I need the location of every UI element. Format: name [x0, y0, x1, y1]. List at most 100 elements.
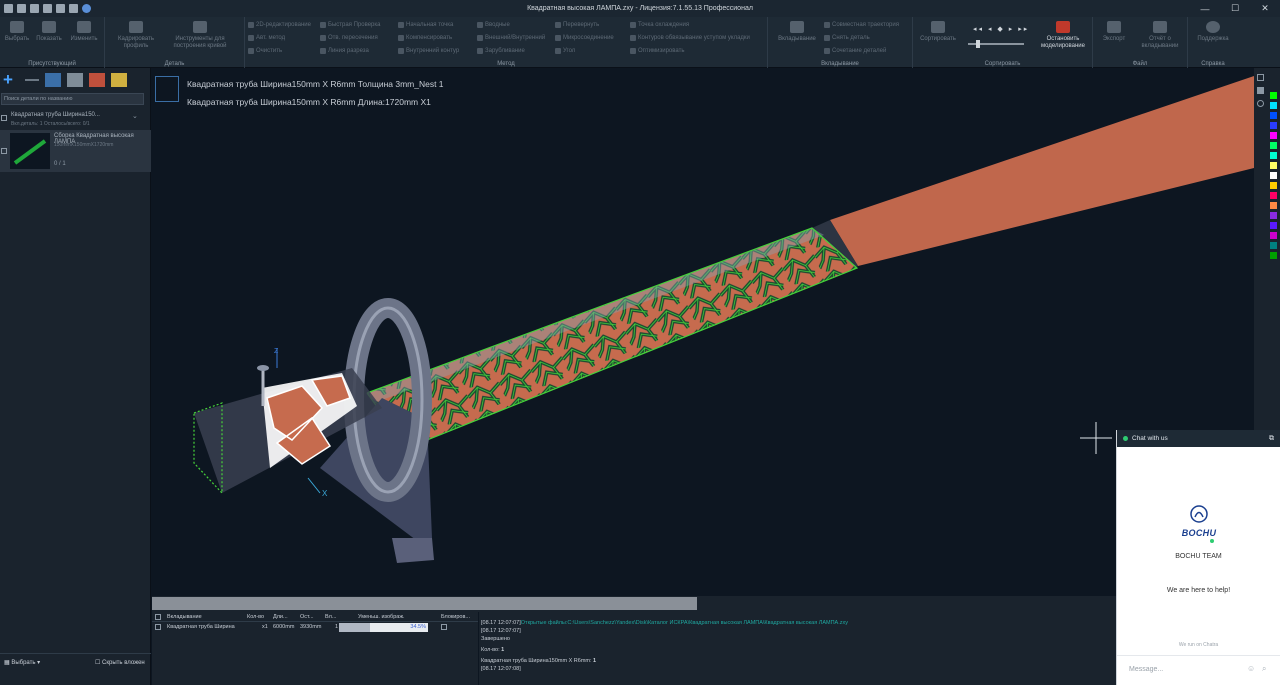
start-point-button[interactable]: Начальная точка	[398, 22, 453, 28]
color-swatch[interactable]	[1270, 192, 1277, 199]
emoji-icon[interactable]: ☺	[1247, 664, 1255, 673]
color-swatch[interactable]	[1270, 102, 1277, 109]
quick-check-button[interactable]: Быстрая Проверка	[320, 22, 380, 28]
curve-tools-button[interactable]: Инструменты для построения кривой	[165, 21, 235, 50]
nesting-report-button[interactable]: Отчёт о вкладывании	[1135, 21, 1185, 50]
expand-icon[interactable]: ⧉	[1269, 435, 1274, 443]
color-swatch[interactable]	[1270, 92, 1277, 99]
cut-off-button[interactable]: Зарубливание	[477, 48, 525, 54]
remove-part-icon[interactable]	[25, 79, 39, 81]
select-button[interactable]: Выбрать	[4, 21, 30, 43]
clear-button[interactable]: Очистить	[248, 48, 282, 54]
group-checkbox[interactable]	[1, 115, 7, 121]
contour-overlap-button[interactable]: Контуров обвязывание уступом укладки	[630, 35, 750, 41]
edit-profile-button[interactable]: Кадрировать профиль	[111, 21, 161, 50]
color-swatch[interactable]	[1270, 162, 1277, 169]
row-checkbox[interactable]	[155, 624, 161, 630]
speed-slider[interactable]	[968, 40, 1024, 48]
text-tool-icon[interactable]	[1257, 74, 1264, 81]
part-thumbnail	[10, 133, 50, 169]
horizontal-scrollbar[interactable]	[152, 596, 1116, 612]
ribbon-group-part: Кадрировать профиль Инструменты для пост…	[105, 17, 245, 68]
color-swatch[interactable]	[1270, 222, 1277, 229]
chat-message-input[interactable]: Message...	[1117, 655, 1280, 685]
remove-part-button[interactable]: Снять деталь	[824, 35, 870, 41]
profile-icon	[129, 21, 143, 33]
select-dropdown[interactable]: ▦ Выбрать ▾	[4, 659, 40, 666]
common-path-button[interactable]: Совместная траектория	[824, 22, 899, 28]
maximize-button[interactable]: ☐	[1220, 0, 1250, 17]
chevron-down-icon[interactable]: ⌄	[132, 112, 138, 120]
edit-button[interactable]: Изменить	[68, 21, 100, 43]
color-swatch[interactable]	[1270, 112, 1277, 119]
bochu-logo-icon	[1190, 505, 1208, 523]
color-swatch[interactable]	[1270, 132, 1277, 139]
export-button[interactable]: Экспорт	[1097, 21, 1131, 43]
sort-button[interactable]: Сортировать	[917, 21, 959, 43]
ribbon-group-sort: Сортировать ◂◂ ◂ ◆ ▸ ▸▸ Остановить модел…	[913, 17, 1093, 68]
color-swatch[interactable]	[1270, 142, 1277, 149]
color-swatch[interactable]	[1270, 202, 1277, 209]
ribbon: Выбрать Показать Изменить Присутствующий…	[0, 17, 1280, 68]
chat-header[interactable]: Chat with us ⧉	[1117, 430, 1280, 447]
curve-icon	[193, 21, 207, 33]
color-swatch[interactable]	[1270, 212, 1277, 219]
minimize-button[interactable]: —	[1190, 0, 1220, 17]
axis-z-label: Z	[274, 348, 279, 355]
import-icon[interactable]	[45, 73, 61, 87]
parts-panel: + Поиск детали по названию Квадратная тр…	[0, 68, 151, 685]
hole-intersect-button[interactable]: Отв. пересечения	[320, 35, 378, 41]
edit-icon	[77, 21, 91, 33]
scrollbar-thumb[interactable]	[152, 597, 697, 610]
edit2d-button[interactable]: 2D-редактирование	[248, 22, 311, 28]
chat-logo: BOCHU	[1172, 505, 1226, 543]
color-swatch[interactable]	[1270, 122, 1277, 129]
color-swatch[interactable]	[1270, 152, 1277, 159]
tube-icon[interactable]	[89, 73, 105, 87]
outer-inner-button[interactable]: Внешний/Внутренний	[477, 35, 545, 41]
show-button[interactable]: Показать	[34, 21, 64, 43]
close-button[interactable]: ✕	[1250, 0, 1280, 17]
inner-contour-button[interactable]: Внутренний контур	[398, 48, 459, 54]
hide-nested-checkbox[interactable]: ☐ Скрыть вложен	[95, 659, 145, 666]
tube-cut-section	[367, 228, 857, 448]
online-status-icon	[1123, 436, 1128, 441]
header-checkbox[interactable]	[155, 614, 161, 620]
transform-icon[interactable]	[67, 73, 83, 87]
optimize-button[interactable]: Оптимизировать	[630, 48, 684, 54]
add-part-icon[interactable]: +	[3, 71, 19, 88]
angle-button[interactable]: Угол	[555, 48, 575, 54]
support-button[interactable]: Поддержка	[1190, 21, 1236, 43]
nesting-icon	[790, 21, 804, 33]
part-row[interactable]: Сборка Квадратная высокая ЛАМПА 150mmX15…	[0, 130, 151, 172]
cut-line-button[interactable]: Линия разреза	[320, 48, 369, 54]
attach-icon[interactable]: ⌕	[1262, 664, 1266, 674]
combine-parts-button[interactable]: Сочетание деталей	[824, 48, 886, 54]
part-checkbox[interactable]	[1, 148, 7, 154]
3d-viewport[interactable]: Квадратная труба Ширина150mm X R6mm Толщ…	[152, 68, 1254, 596]
part-search-input[interactable]: Поиск детали по названию	[1, 93, 144, 105]
lead-button[interactable]: Вводные	[477, 22, 510, 28]
table-row[interactable]: Квадратная труба Ширина x1 6000mm 3930mm…	[152, 622, 478, 632]
micro-joint-button[interactable]: Микросоединение	[555, 35, 614, 41]
color-swatch[interactable]	[1270, 232, 1277, 239]
part-group-row[interactable]: Квадратная труба Ширина150... Вкл.деталь…	[0, 112, 151, 130]
lock-checkbox[interactable]	[441, 624, 447, 630]
color-swatch[interactable]	[1270, 242, 1277, 249]
layer-tool-icon[interactable]	[1257, 87, 1264, 94]
chatra-powered[interactable]: We run on Chatra	[1117, 642, 1280, 648]
edit-part-icon[interactable]	[111, 73, 127, 87]
nesting-button[interactable]: Вкладывание	[772, 21, 822, 43]
compensate-button[interactable]: Компенсировать	[398, 35, 452, 41]
cooling-point-button[interactable]: Точка охлаждения	[630, 22, 689, 28]
stop-simulation-button[interactable]: Остановить моделирование	[1035, 21, 1091, 50]
playback-controls[interactable]: ◂◂ ◂ ◆ ▸ ▸▸	[973, 25, 1029, 33]
color-swatch[interactable]	[1270, 182, 1277, 189]
reverse-button[interactable]: Перевернуть	[555, 22, 599, 28]
window-title: Квадратная высокая ЛАМПА.zxy - Лицензия:…	[527, 5, 753, 12]
color-swatch[interactable]	[1270, 172, 1277, 179]
auto-method-button[interactable]: Авт. метод	[248, 35, 285, 41]
color-swatch[interactable]	[1270, 252, 1277, 259]
tube-solid-section	[830, 76, 1254, 266]
circle-tool-icon[interactable]	[1257, 100, 1264, 107]
